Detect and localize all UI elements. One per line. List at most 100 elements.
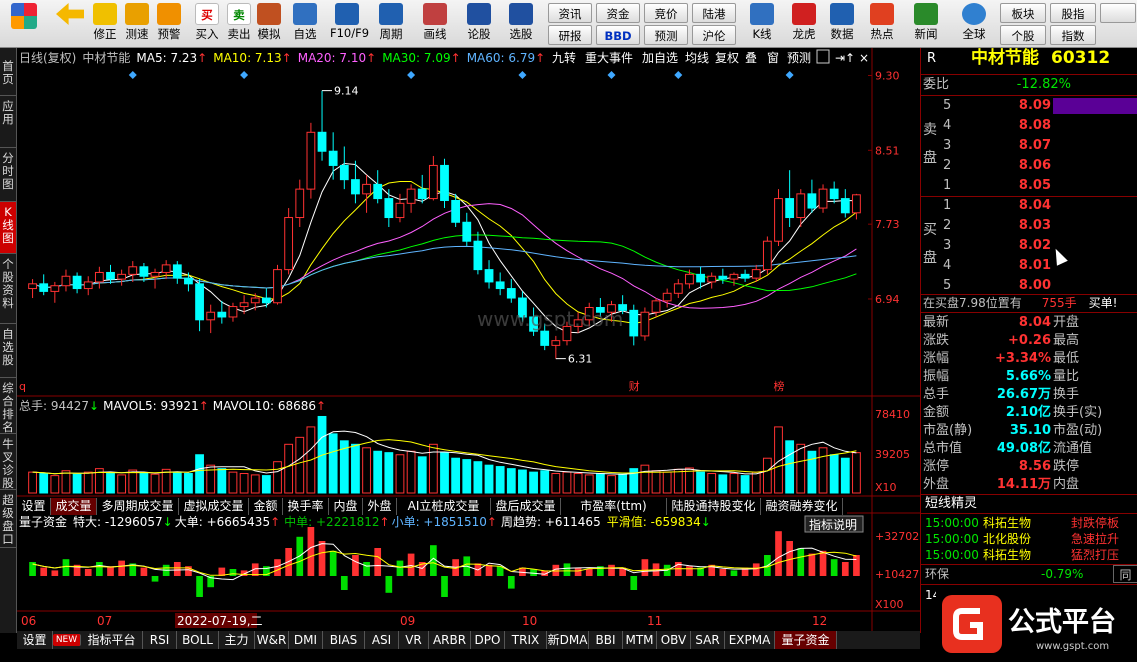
volume-axis-label: X10 bbox=[875, 481, 897, 494]
small-button-股指[interactable]: 股指 bbox=[1050, 3, 1096, 23]
left-tab-自选股[interactable]: 自选股 bbox=[0, 324, 16, 378]
volume-tab-金额[interactable]: 金额 bbox=[249, 498, 283, 515]
indicator-tab-W&R[interactable]: W&R bbox=[255, 631, 289, 649]
small-button-预测[interactable]: 预测 bbox=[644, 25, 688, 45]
indicator-tab-BOLL[interactable]: BOLL bbox=[177, 631, 219, 649]
toolbar-label: K线 bbox=[752, 27, 772, 41]
volume-tab-成交量[interactable]: 成交量 bbox=[51, 498, 97, 515]
small-button-BBD[interactable]: BBD bbox=[596, 25, 640, 45]
toolbar-预警[interactable]: 预警 bbox=[152, 2, 186, 46]
small-button-研报[interactable]: 研报 bbox=[548, 25, 592, 45]
toolbar-论股[interactable]: 论股 bbox=[462, 2, 496, 46]
toolbar-选股[interactable]: 选股 bbox=[504, 2, 538, 46]
sell-price: 8.06 bbox=[1018, 158, 1051, 173]
chart-button-预测[interactable]: 预测 bbox=[787, 51, 811, 65]
left-tab-应用[interactable]: 应用 bbox=[0, 96, 16, 148]
indicator-tab-SAR[interactable]: SAR bbox=[691, 631, 725, 649]
indicator-tab-设置[interactable]: 设置 bbox=[17, 631, 53, 649]
indicator-tab-EXPMA[interactable]: EXPMA bbox=[725, 631, 775, 649]
indicator-tab-NEW[interactable]: NEW bbox=[53, 634, 81, 646]
indicator-tab-DMI[interactable]: DMI bbox=[289, 631, 323, 649]
small-button-指数[interactable]: 指数 bbox=[1050, 25, 1096, 45]
volume-bar bbox=[618, 473, 628, 494]
chart-button-均线[interactable]: 均线 bbox=[685, 51, 709, 65]
stat-label-2: 换手 bbox=[1053, 387, 1080, 402]
compare-button[interactable]: 同 bbox=[1113, 565, 1137, 583]
volume-tab-AI立桩成交量[interactable]: AI立桩成交量 bbox=[397, 498, 491, 515]
chart-button-重大事件[interactable]: 重大事件 bbox=[585, 51, 633, 65]
volume-tab-内盘[interactable]: 内盘 bbox=[329, 498, 363, 515]
indicator-tab-BIAS[interactable]: BIAS bbox=[323, 631, 365, 649]
toolbar-卖出[interactable]: 卖卖出 bbox=[222, 2, 256, 46]
chart-button-复权[interactable]: 复权 bbox=[715, 51, 739, 65]
volume-tab-虚拟成交量[interactable]: 虚拟成交量 bbox=[179, 498, 249, 515]
toolbar-买入[interactable]: 买买入 bbox=[190, 2, 224, 46]
indicator-tab-新DMA[interactable]: 新DMA bbox=[547, 631, 589, 649]
volume-bar bbox=[673, 468, 683, 494]
left-tab-牛叉诊股[interactable]: 牛叉诊股 bbox=[0, 434, 16, 490]
left-tab-个股资料[interactable]: 个股资料 bbox=[0, 254, 16, 324]
toolbar-测速[interactable]: 测速 bbox=[120, 2, 154, 46]
volume-tab-外盘[interactable]: 外盘 bbox=[363, 498, 397, 515]
small-button-资金[interactable]: 资金 bbox=[596, 3, 640, 23]
toolbar-K线[interactable]: K线 bbox=[744, 2, 780, 46]
toolbar-热点[interactable]: 热点 bbox=[864, 2, 900, 46]
indicator-tab-DPO[interactable]: DPO bbox=[471, 631, 505, 649]
indicator-tab-MTM[interactable]: MTM bbox=[623, 631, 657, 649]
toolbar-自选[interactable]: 自选 bbox=[288, 2, 322, 46]
small-button-陆港[interactable]: 陆港 bbox=[692, 3, 736, 23]
toolbar-修正[interactable]: 修正 bbox=[88, 2, 122, 46]
volume-tab-多周期成交量[interactable]: 多周期成交量 bbox=[97, 498, 179, 515]
small-button-沪伦[interactable]: 沪伦 bbox=[692, 25, 736, 45]
small-button-个股[interactable]: 个股 bbox=[1000, 25, 1046, 45]
flow-bar bbox=[363, 562, 370, 576]
ma-label: MA5: 7.23 bbox=[136, 51, 197, 65]
indicator-tab-ASI[interactable]: ASI bbox=[365, 631, 399, 649]
toolbar-back-arrow-icon[interactable] bbox=[50, 2, 90, 46]
toolbar-F10/F9[interactable]: F10/F9 bbox=[330, 2, 369, 46]
chart-button-加自选[interactable]: 加自选 bbox=[642, 51, 678, 65]
indicator-tab-VR[interactable]: VR bbox=[399, 631, 429, 649]
left-tab-首页[interactable]: 首页 bbox=[0, 56, 16, 96]
stat-label-2: 换手(实) bbox=[1053, 405, 1103, 420]
small-button-资讯[interactable]: 资讯 bbox=[548, 3, 592, 23]
indicator-tab-指标平台[interactable]: 指标平台 bbox=[81, 631, 143, 649]
left-tab-超级盘口[interactable]: 超级盘口 bbox=[0, 490, 16, 548]
left-tab-综合排名[interactable]: 综合排名 bbox=[0, 378, 16, 434]
small-button-板块[interactable]: 板块 bbox=[1000, 3, 1046, 23]
indicator-tab-TRIX[interactable]: TRIX bbox=[505, 631, 547, 649]
toolbar-数据[interactable]: 数据 bbox=[824, 2, 860, 46]
chart-button-九转[interactable]: 九转 bbox=[552, 50, 576, 65]
toolbar-新闻[interactable]: 新闻 bbox=[908, 2, 944, 46]
toolbar-overflow-button[interactable] bbox=[1100, 3, 1136, 23]
chart-button-窗[interactable]: 窗 bbox=[767, 51, 779, 65]
main-toolbar: 修正 测速 预警买买入卖卖出 模拟 自选 F10/F9 周期 画线 论股 选股 资讯 资金 竞价 陆港研报… bbox=[0, 0, 1137, 48]
toolbar-画线[interactable]: 画线 bbox=[418, 2, 452, 46]
buy-price: 8.04 bbox=[1018, 198, 1051, 213]
indicator-tab-主力[interactable]: 主力 bbox=[219, 631, 255, 649]
chart-button-叠[interactable]: 叠 bbox=[745, 51, 757, 65]
stat-value: 2.10亿 bbox=[1005, 405, 1051, 420]
indicator-tab-RSI[interactable]: RSI bbox=[143, 631, 177, 649]
volume-tab-换手率[interactable]: 换手率 bbox=[283, 498, 329, 515]
toolbar-龙虎[interactable]: 龙虎 bbox=[786, 2, 822, 46]
kline-chart-area[interactable]: 日线(复权) 中材节能 MA5: 7.23↑ MA10: 7.13↑ MA20: 7.1… bbox=[17, 48, 926, 633]
kline-chart[interactable]: 日线(复权) 中材节能 MA5: 7.23↑ MA10: 7.13↑ MA20: 7.1… bbox=[17, 48, 926, 633]
toolbar-全球[interactable]: 全球 bbox=[956, 2, 992, 46]
volume-tab-陆股通持股变化[interactable]: 陆股通持股变化 bbox=[667, 498, 761, 515]
indicator-tab-量子资金[interactable]: 量子资金 bbox=[775, 631, 837, 649]
left-tab-分时图[interactable]: 分时图 bbox=[0, 148, 16, 202]
indicator-tab-OBV[interactable]: OBV bbox=[657, 631, 691, 649]
indicator-tab-ARBR[interactable]: ARBR bbox=[429, 631, 471, 649]
volume-tab-设置[interactable]: 设置 bbox=[17, 498, 51, 515]
left-tab-K线图[interactable]: K线图 bbox=[0, 202, 16, 254]
toolbar-周期[interactable]: 周期 bbox=[374, 2, 408, 46]
flow-bar bbox=[229, 569, 237, 576]
indicator-tab-BBI[interactable]: BBI bbox=[589, 631, 623, 649]
small-button-竞价[interactable]: 竞价 bbox=[644, 3, 688, 23]
toolbar-模拟[interactable]: 模拟 bbox=[252, 2, 286, 46]
volume-tab-市盈率(ttm)[interactable]: 市盈率(ttm) bbox=[561, 498, 667, 515]
volume-tab-盘后成交量[interactable]: 盘后成交量 bbox=[491, 498, 561, 515]
toolbar-app-grid-icon[interactable] bbox=[4, 2, 44, 46]
volume-tab-融资融券变化[interactable]: 融资融券变化 bbox=[761, 498, 843, 515]
